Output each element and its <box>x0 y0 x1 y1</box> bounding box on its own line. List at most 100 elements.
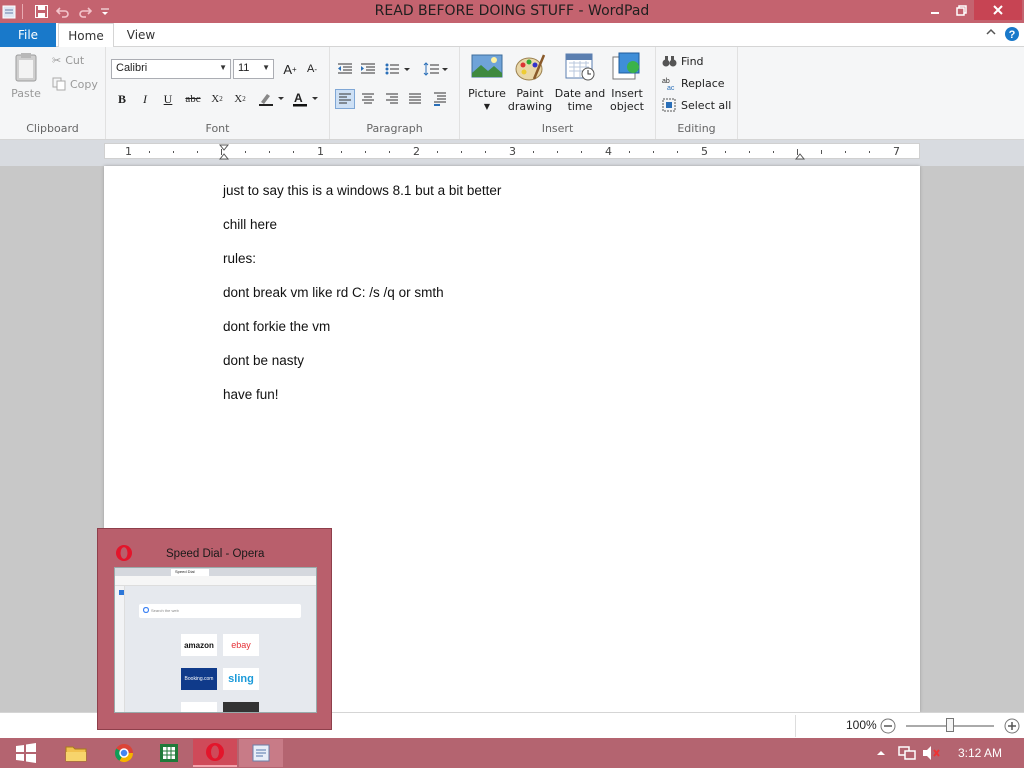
bullet-list-button[interactable] <box>384 59 412 79</box>
cut-button[interactable]: ✂ Cut <box>52 54 84 67</box>
italic-button[interactable]: I <box>135 89 155 109</box>
taskbar-file-explorer[interactable] <box>56 739 96 767</box>
document-line[interactable]: dont be nasty <box>223 353 304 368</box>
paint-drawing-button[interactable]: Paint drawing <box>508 51 552 121</box>
chevron-up-icon <box>877 751 885 755</box>
zoom-slider-handle[interactable] <box>946 718 954 732</box>
align-center-icon <box>362 93 374 104</box>
start-button[interactable] <box>6 739 46 767</box>
ribbon: Paste ✂ Cut Copy Clipboard Calibri ▼ 11 … <box>0 47 1024 140</box>
object-icon <box>612 52 640 80</box>
thumb-tab: Speed Dial <box>171 569 209 576</box>
thumb-tile-sling: sling <box>223 668 259 690</box>
insert-object-button[interactable]: Insert object <box>606 51 648 121</box>
subscript-button[interactable]: X2 <box>207 89 227 109</box>
minimize-button[interactable] <box>922 0 948 20</box>
ruler[interactable]: 1 1 2 3 4 5 7 <box>104 143 920 160</box>
document-line[interactable]: rules: <box>223 251 256 266</box>
find-label: Find <box>681 54 704 68</box>
paint-palette-icon <box>515 54 546 81</box>
superscript-button[interactable]: X2 <box>230 89 250 109</box>
zoom-in-button[interactable] <box>1004 718 1020 737</box>
document-line[interactable]: dont break vm like rd C: /s /q or smth <box>223 285 444 300</box>
underline-button[interactable]: U <box>158 89 178 109</box>
decrease-indent-button[interactable] <box>335 59 355 79</box>
align-left-button[interactable] <box>335 89 355 109</box>
document-line[interactable]: just to say this is a windows 8.1 but a … <box>223 183 501 198</box>
increase-indent-button[interactable] <box>358 59 378 79</box>
strikethrough-button[interactable]: abc <box>183 89 203 109</box>
tab-view[interactable]: View <box>118 23 164 47</box>
tab-home[interactable]: Home <box>58 23 114 48</box>
align-right-button[interactable] <box>382 89 402 109</box>
highlighter-icon <box>259 94 284 106</box>
svg-text:ac: ac <box>667 85 675 90</box>
highlight-color-button[interactable] <box>256 89 288 109</box>
select-all-button[interactable]: Select all <box>662 98 731 112</box>
close-button[interactable] <box>974 0 1022 20</box>
paint-drawing-label-2: drawing <box>507 100 553 113</box>
taskbar-preview-opera[interactable]: Speed Dial - Opera Speed Dial Search the… <box>97 528 332 730</box>
preview-thumbnail[interactable]: Speed Dial Search the web amazon ebay Bo… <box>114 567 317 713</box>
clipboard-group-label: Clipboard <box>26 122 79 135</box>
tab-file[interactable]: File <box>0 23 56 47</box>
binoculars-icon <box>662 56 677 67</box>
show-hidden-icons-button[interactable] <box>876 747 886 761</box>
collapse-ribbon-icon[interactable] <box>986 27 996 40</box>
shrink-font-button[interactable]: A- <box>302 59 322 79</box>
font-color-button[interactable]: A <box>290 89 322 109</box>
replace-button[interactable]: ab ac Replace <box>662 76 725 91</box>
paint-drawing-label-1: Paint <box>516 87 544 100</box>
document-line[interactable]: dont forkie the vm <box>223 319 330 334</box>
taskbar-chrome[interactable] <box>104 739 144 767</box>
paste-label: Paste <box>11 87 41 100</box>
paste-button[interactable]: Paste <box>4 51 48 121</box>
copy-icon <box>52 77 66 91</box>
plus-icon <box>1004 718 1020 734</box>
date-and-time-button[interactable]: Date and time <box>554 51 606 121</box>
font-family-select[interactable]: Calibri ▼ <box>111 59 231 79</box>
picture-button[interactable]: Picture ▼ <box>464 51 510 121</box>
volume-muted-icon[interactable] <box>922 745 940 764</box>
bold-button[interactable]: B <box>112 89 132 109</box>
increase-indent-icon <box>361 63 375 74</box>
bullets-icon <box>385 63 410 75</box>
svg-text:ab: ab <box>662 78 670 85</box>
zoom-out-button[interactable] <box>880 718 896 737</box>
minus-icon <box>880 718 896 734</box>
help-icon[interactable]: ? <box>1004 26 1020 45</box>
network-icon[interactable] <box>898 745 916 764</box>
chrome-icon <box>114 744 133 763</box>
windows-icon <box>16 743 36 763</box>
grow-font-button[interactable]: A + <box>280 59 300 79</box>
copy-button[interactable]: Copy <box>52 77 98 91</box>
insert-group: Picture ▼ Paint drawing Date and time In… <box>460 47 656 139</box>
line-spacing-button[interactable] <box>422 59 450 79</box>
select-all-icon <box>662 98 676 112</box>
align-center-button[interactable] <box>358 89 378 109</box>
align-right-icon <box>386 93 398 104</box>
taskbar-excel[interactable] <box>149 739 189 767</box>
taskbar-opera[interactable] <box>193 739 237 767</box>
decrease-indent-icon <box>338 63 352 74</box>
thumb-tile-booking: Booking.com <box>181 668 217 690</box>
justify-button[interactable] <box>405 89 425 109</box>
insert-object-label-2: object <box>610 100 644 113</box>
document-line[interactable]: chill here <box>223 217 277 232</box>
folder-icon <box>65 746 87 762</box>
document-line[interactable]: have fun! <box>223 387 279 402</box>
chevron-down-icon: ▼ <box>219 63 227 72</box>
paragraph-settings-button[interactable] <box>430 89 450 109</box>
wordpad-icon <box>252 744 270 762</box>
font-size-select[interactable]: 11 ▼ <box>233 59 274 79</box>
taskbar-wordpad[interactable] <box>239 739 283 767</box>
restore-button[interactable] <box>948 0 974 20</box>
find-button[interactable]: Find <box>662 54 704 68</box>
close-icon <box>993 5 1003 15</box>
svg-text:?: ? <box>1009 29 1016 41</box>
clock[interactable]: 3:12 AM <box>958 746 1002 760</box>
thumb-search: Search the web <box>139 604 301 618</box>
paste-icon <box>15 53 37 82</box>
editing-group: Find ab ac Replace Select all Editing <box>656 47 738 139</box>
scissors-icon: ✂ <box>52 54 62 67</box>
